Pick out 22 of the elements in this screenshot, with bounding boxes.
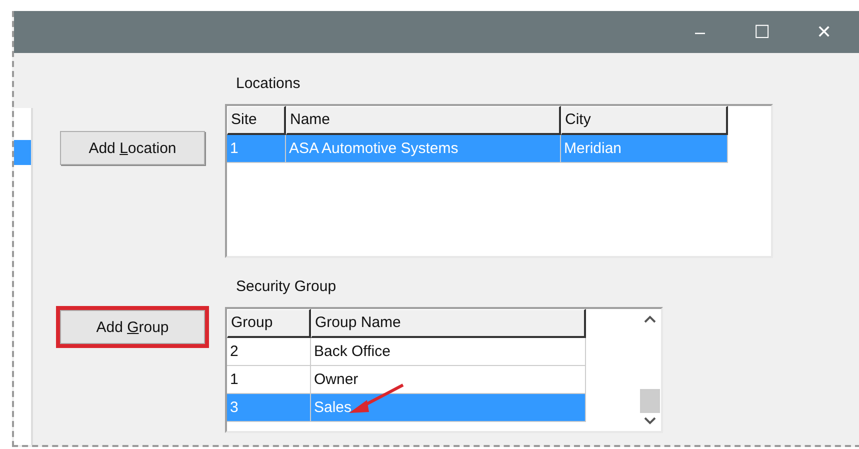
- scroll-up-icon[interactable]: [644, 315, 656, 323]
- window-control-button[interactable]: ✕: [793, 12, 855, 52]
- table-row[interactable]: 2 Back Office: [227, 338, 586, 366]
- table-cell: ASA Automotive Systems: [286, 135, 561, 163]
- section-label: Locations: [235, 74, 302, 94]
- table-cell: Meridian: [561, 135, 728, 163]
- table-cell: Sales: [311, 394, 586, 422]
- table-cell: Back Office: [311, 338, 586, 366]
- window-control-button[interactable]: ☐: [731, 12, 793, 52]
- column-header[interactable]: Group Name: [311, 309, 586, 338]
- table-cell: 1: [227, 135, 286, 163]
- window-control-button[interactable]: –: [669, 12, 731, 52]
- table-cell: 2: [227, 338, 311, 366]
- section-label: Security Group: [235, 277, 338, 297]
- column-header[interactable]: Group: [227, 309, 311, 338]
- column-header[interactable]: Name: [286, 106, 561, 135]
- scroll-thumb[interactable]: [640, 389, 660, 413]
- column-header[interactable]: City: [561, 106, 728, 135]
- scroll-down-icon[interactable]: [644, 417, 656, 425]
- column-header[interactable]: Site: [227, 106, 286, 135]
- add-button[interactable]: Add Location: [60, 131, 205, 165]
- table-cell: 3: [227, 394, 311, 422]
